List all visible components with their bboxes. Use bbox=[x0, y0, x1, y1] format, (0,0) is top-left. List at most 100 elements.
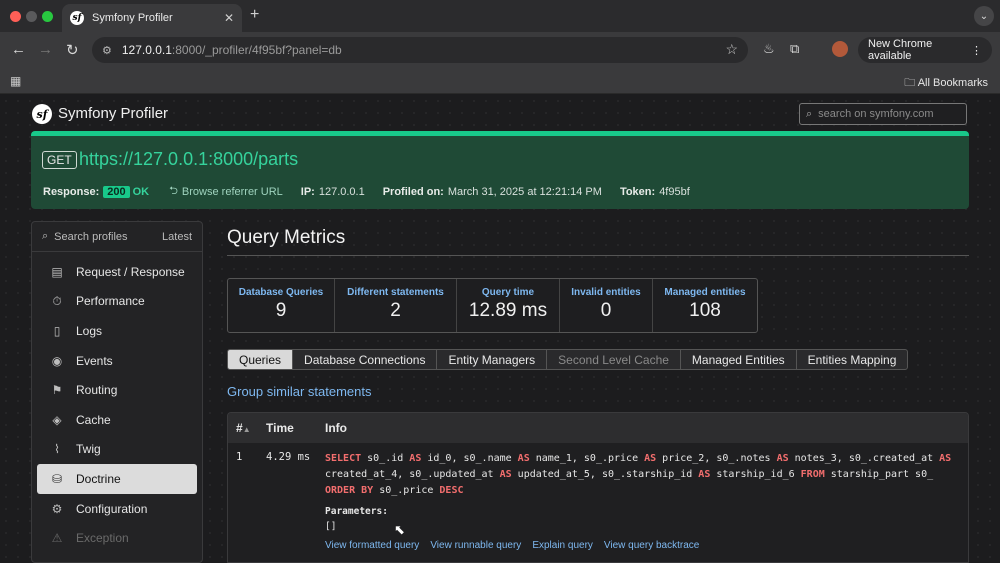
sql-keyword: AS bbox=[409, 453, 422, 464]
table-row: 1 4.29 ms SELECT s0_.id AS id_0, s0_.nam… bbox=[228, 443, 968, 551]
site-settings-icon[interactable]: ⚙ bbox=[102, 44, 112, 57]
sidebar-item-label: Twig bbox=[76, 442, 101, 457]
apps-grid-icon[interactable]: ▦ bbox=[10, 74, 21, 88]
metric-label: Database Queries bbox=[238, 287, 324, 298]
forward-icon[interactable]: → bbox=[38, 41, 53, 58]
ip-label: IP: bbox=[300, 185, 315, 198]
flame-extension-icon[interactable]: ♨ bbox=[763, 41, 775, 57]
metric-label: Managed entities bbox=[664, 287, 746, 298]
view-runnable-query-link[interactable]: View runnable query bbox=[430, 540, 521, 551]
close-tab-icon[interactable]: ✕ bbox=[224, 11, 234, 25]
sidebar-item-configuration[interactable]: ⚙ Configuration bbox=[37, 494, 197, 524]
profiler-title[interactable]: Symfony Profiler bbox=[58, 105, 168, 122]
profiled-on-value: March 31, 2025 at 12:21:14 PM bbox=[447, 185, 602, 198]
sql-keyword: ORDER BY bbox=[325, 485, 374, 496]
sql-text: starship_id_6 bbox=[710, 469, 801, 480]
performance-icon: ⏱ bbox=[52, 293, 62, 308]
browser-toolbar: ← → ↻ ⚙ 127.0.0.1 :8000/_profiler/4f95bf… bbox=[0, 32, 1000, 68]
metric-value: 2 bbox=[390, 300, 401, 321]
tab-title: Symfony Profiler bbox=[92, 12, 173, 24]
url-host: 127.0.0.1 bbox=[121, 43, 172, 57]
back-icon[interactable]: ← bbox=[11, 41, 26, 58]
status-text: OK bbox=[132, 185, 150, 198]
group-similar-statements-link[interactable]: Group similar statements bbox=[227, 384, 372, 399]
all-bookmarks-button[interactable]: 🗀 All Bookmarks bbox=[904, 74, 988, 93]
metric-query-time: Query time 12.89 ms bbox=[457, 279, 560, 332]
sidebar-item-doctrine[interactable]: ⛁ Doctrine bbox=[37, 464, 197, 494]
sidebar-item-cache[interactable]: ◈ Cache bbox=[37, 405, 197, 435]
query-actions: View formatted query View runnable query… bbox=[325, 540, 954, 551]
status-code-badge: 200 bbox=[103, 185, 130, 198]
address-bar[interactable]: ⚙ 127.0.0.1 :8000/_profiler/4f95bf?panel… bbox=[92, 37, 748, 63]
close-window-button[interactable] bbox=[10, 11, 21, 22]
sidebar-search[interactable]: ⌕ Search profiles Latest bbox=[32, 222, 202, 252]
tab-managed-entities[interactable]: Managed Entities bbox=[681, 350, 797, 369]
token-label: Token: bbox=[619, 185, 656, 198]
all-bookmarks-label: All Bookmarks bbox=[917, 77, 988, 89]
profile-avatar[interactable] bbox=[832, 41, 848, 57]
tab-entities-mapping[interactable]: Entities Mapping bbox=[797, 350, 908, 369]
queries-table: #▲ Time Info 1 4.29 ms SELECT s0_.id AS … bbox=[227, 412, 969, 563]
sql-text: notes_3, s0_.created_at bbox=[788, 453, 940, 464]
latest-link[interactable]: Latest bbox=[162, 231, 192, 243]
sidebar-item-label: Logs bbox=[76, 323, 103, 338]
tab-entity-managers[interactable]: Entity Managers bbox=[437, 350, 548, 369]
reload-icon[interactable]: ↻ bbox=[66, 41, 79, 59]
sql-statement: SELECT s0_.id AS id_0, s0_.name AS name_… bbox=[325, 451, 954, 499]
sidebar-item-label: Cache bbox=[76, 412, 111, 427]
view-query-backtrace-link[interactable]: View query backtrace bbox=[604, 540, 699, 551]
sidebar-item-label: Exception bbox=[76, 531, 129, 546]
symfony-search-input[interactable] bbox=[818, 108, 949, 120]
exception-icon: ⚠ bbox=[51, 531, 63, 546]
sql-keyword: AS bbox=[698, 469, 711, 480]
tab-queries[interactable]: Queries bbox=[228, 350, 294, 369]
sidebar-item-label: Doctrine bbox=[76, 471, 121, 486]
parameters-label: Parameters: bbox=[325, 506, 388, 517]
new-tab-icon[interactable]: + bbox=[250, 6, 259, 24]
browse-referrer-link[interactable]: Browse referrer URL bbox=[182, 186, 283, 198]
column-info: Info bbox=[325, 421, 347, 435]
column-number[interactable]: #▲ bbox=[228, 421, 266, 435]
events-icon: ◉ bbox=[51, 353, 63, 368]
request-url[interactable]: https://127.0.0.1:8000/parts bbox=[79, 149, 298, 170]
return-arrow-icon: ⮌ bbox=[169, 185, 178, 197]
maximize-window-button[interactable] bbox=[42, 11, 53, 22]
search-profiles-link[interactable]: Search profiles bbox=[54, 231, 162, 243]
tab-second-level-cache: Second Level Cache bbox=[547, 350, 681, 369]
metric-label: Different statements bbox=[347, 287, 444, 298]
query-time: 4.29 ms bbox=[266, 451, 311, 463]
update-chrome-button[interactable]: New Chrome available ⋮ bbox=[858, 37, 992, 63]
sidebar-item-logs[interactable]: ▯ Logs bbox=[37, 316, 197, 346]
symfony-search[interactable]: ⌕ bbox=[799, 103, 967, 125]
tab-search-icon[interactable]: ⌄ bbox=[974, 6, 994, 26]
sql-text: created_at_4, s0_.updated_at bbox=[325, 469, 500, 480]
sidebar-item-performance[interactable]: ⏱ Performance bbox=[37, 287, 197, 317]
extensions-icon[interactable]: ⧉ bbox=[790, 41, 799, 57]
sidebar-item-twig[interactable]: ⌇ Twig bbox=[37, 435, 197, 465]
sidebar-item-request-response[interactable]: ▤ Request / Response bbox=[37, 257, 197, 287]
minimize-window-button[interactable] bbox=[26, 11, 37, 22]
explain-query-link[interactable]: Explain query bbox=[532, 540, 593, 551]
sql-text: price_2, s0_.notes bbox=[656, 453, 777, 464]
metric-different-statements: Different statements 2 bbox=[335, 279, 457, 332]
title-divider bbox=[227, 255, 969, 256]
bookmark-star-icon[interactable]: ☆ bbox=[725, 41, 738, 58]
sql-keyword: FROM bbox=[800, 469, 825, 480]
mouse-cursor-icon: ⬉ bbox=[394, 522, 405, 537]
sidebar-item-routing[interactable]: ⚑ Routing bbox=[37, 375, 197, 405]
sql-keyword: AS bbox=[517, 453, 530, 464]
request-icon: ▤ bbox=[51, 264, 63, 279]
sidebar-item-label: Routing bbox=[76, 383, 118, 398]
sidebar-item-events[interactable]: ◉ Events bbox=[37, 346, 197, 376]
url-path: :8000/_profiler/4f95bf?panel=db bbox=[171, 43, 342, 57]
sidebar-menu: ▤ Request / Response ⏱ Performance ▯ Logs ◉… bbox=[32, 252, 202, 553]
parameters-value: [] bbox=[325, 521, 337, 532]
symfony-logo-icon[interactable]: sf bbox=[32, 104, 52, 124]
browser-tab[interactable]: sf Symfony Profiler ✕ bbox=[62, 4, 242, 32]
bookmarks-bar: ▦ 🗀 All Bookmarks bbox=[0, 68, 1000, 94]
token-value: 4f95bf bbox=[659, 185, 690, 198]
view-formatted-query-link[interactable]: View formatted query bbox=[325, 540, 419, 551]
menu-kebab-icon[interactable]: ⋮ bbox=[971, 44, 982, 57]
sidebar-item-label: Performance bbox=[76, 294, 145, 309]
tab-database-connections[interactable]: Database Connections bbox=[293, 350, 438, 369]
